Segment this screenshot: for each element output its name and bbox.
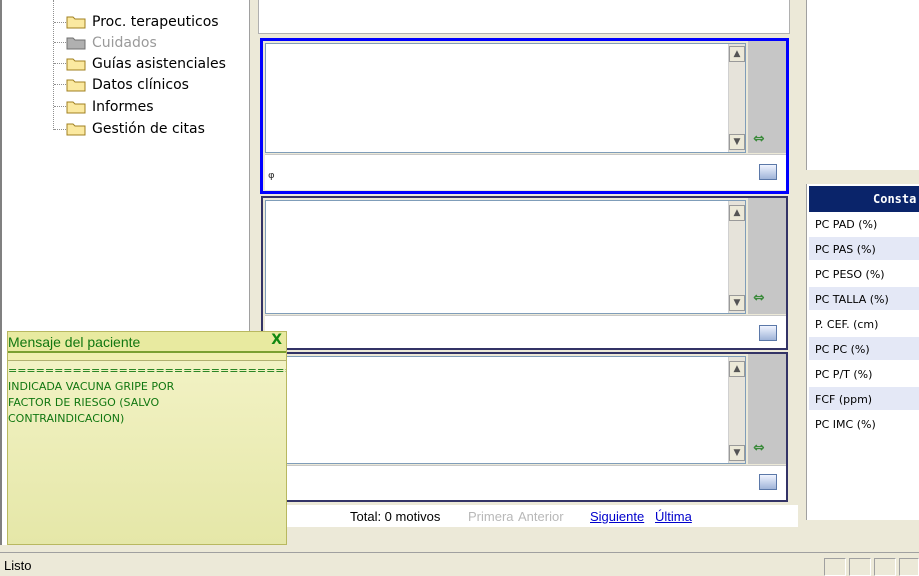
- scroll-up-icon[interactable]: ▲: [729, 46, 745, 62]
- scroll-up-icon[interactable]: ▲: [729, 361, 745, 377]
- status-bar: Listo: [0, 552, 919, 576]
- tree-connector: [53, 0, 54, 130]
- status-cell: [824, 558, 846, 576]
- tree-item-informes[interactable]: Informes: [66, 97, 154, 117]
- expand-arrows-icon[interactable]: ⇔: [753, 290, 765, 306]
- previous-page-link: Anterior: [518, 509, 564, 524]
- popup-title: Mensaje del paciente: [8, 332, 286, 353]
- pane-toolbar: ᵩ: [265, 315, 786, 348]
- motivo-pane-2: ▲ ▼ ⇔ ᵩ: [261, 196, 788, 350]
- insert-image-icon[interactable]: [759, 474, 777, 490]
- scrollbar-vertical[interactable]: ▲ ▼: [728, 44, 745, 152]
- folder-icon: [66, 78, 86, 92]
- popup-message-body: ================================== INDIC…: [8, 360, 286, 544]
- pane-toolbar: ᵩ: [265, 154, 786, 190]
- folder-icon: [66, 57, 86, 71]
- expand-arrows-icon[interactable]: ⇔: [753, 131, 765, 147]
- motivo-textarea-2[interactable]: [265, 200, 746, 314]
- status-cell: [874, 558, 896, 576]
- constant-row[interactable]: PC PC (%): [809, 337, 919, 361]
- constant-row[interactable]: PC PESO (%): [809, 262, 919, 286]
- status-text: Listo: [4, 558, 32, 573]
- tree-item-cuidados[interactable]: Cuidados: [66, 33, 157, 53]
- status-cell: [899, 558, 919, 576]
- tree-item-label: Proc. terapeuticos: [92, 14, 219, 30]
- message-line: CONTRAINDICACION): [8, 412, 125, 425]
- total-count: Total: 0 motivos: [350, 509, 441, 524]
- message-line: FACTOR DE RIESGO (SALVO: [8, 396, 160, 409]
- scroll-down-icon[interactable]: ▼: [729, 295, 745, 311]
- last-page-link[interactable]: Última: [655, 509, 692, 524]
- constant-row[interactable]: PC IMC (%): [809, 412, 919, 436]
- constant-row[interactable]: PC PAS (%): [809, 237, 919, 261]
- expand-arrows-icon[interactable]: ⇔: [753, 440, 765, 456]
- patient-message-popup: Mensaje del paciente X =================…: [7, 331, 287, 545]
- stethoscope-icon[interactable]: ᵩ: [268, 163, 275, 182]
- tree-item-label: Datos clínicos: [92, 77, 189, 93]
- tree-item-label: Guías asistenciales: [92, 56, 226, 72]
- tree-item-proc-terapeuticos[interactable]: Proc. terapeuticos: [66, 12, 219, 32]
- insert-image-icon[interactable]: [759, 164, 777, 180]
- folder-icon: [66, 100, 86, 114]
- folder-disabled-icon: [66, 36, 86, 50]
- constant-row[interactable]: P. CEF. (cm): [809, 312, 919, 336]
- status-cell: [849, 558, 871, 576]
- motivo-textarea-1[interactable]: [265, 43, 746, 153]
- first-page-link: Primera: [468, 509, 514, 524]
- scrollbar-vertical[interactable]: ▲ ▼: [728, 357, 745, 463]
- tree-item-label: Cuidados: [92, 35, 157, 51]
- next-page-link[interactable]: Siguiente: [590, 509, 644, 524]
- constant-row[interactable]: PC TALLA (%): [809, 287, 919, 311]
- pane-toolbar: [265, 465, 786, 500]
- scrollbar-vertical[interactable]: ▲ ▼: [728, 201, 745, 313]
- message-line: INDICADA VACUNA GRIPE POR: [8, 380, 175, 393]
- scroll-up-icon[interactable]: ▲: [729, 205, 745, 221]
- pagination: Total: 0 motivos Primera Anterior Siguie…: [258, 505, 798, 527]
- tree-item-gestion-de-citas[interactable]: Gestión de citas: [66, 119, 205, 139]
- popup-title-text: Mensaje del paciente: [8, 334, 141, 350]
- top-text-strip: [258, 0, 790, 34]
- tree-item-label: Gestión de citas: [92, 121, 205, 137]
- constants-header: Consta: [809, 186, 919, 212]
- constant-row[interactable]: PC P/T (%): [809, 362, 919, 386]
- tree-item-guias-asistenciales[interactable]: Guías asistenciales: [66, 54, 226, 74]
- constant-row[interactable]: PC PAD (%): [809, 212, 919, 236]
- scroll-down-icon[interactable]: ▼: [729, 445, 745, 461]
- tree-item-label: Informes: [92, 99, 154, 115]
- close-icon[interactable]: X: [271, 332, 282, 348]
- message-separator: ==================================: [8, 364, 286, 377]
- constant-row[interactable]: FCF (ppm): [809, 387, 919, 411]
- motivo-textarea-3[interactable]: [265, 356, 746, 464]
- motivo-pane-3: ▲ ▼ ⇔: [261, 352, 788, 502]
- folder-icon: [66, 122, 86, 136]
- tree-item-datos-clinicos[interactable]: Datos clínicos: [66, 75, 189, 95]
- folder-icon: [66, 15, 86, 29]
- insert-image-icon[interactable]: [759, 325, 777, 341]
- scroll-down-icon[interactable]: ▼: [729, 134, 745, 150]
- motivo-pane-1: ▲ ▼ ⇔ ᵩ: [260, 38, 789, 194]
